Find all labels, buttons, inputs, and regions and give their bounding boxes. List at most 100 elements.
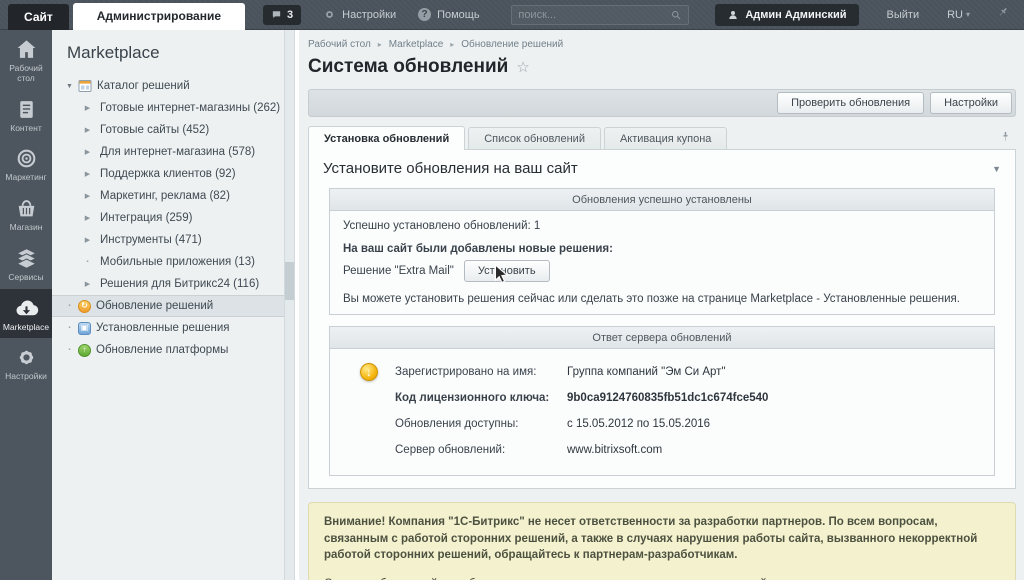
sidebar-item[interactable]: ▪ Мобильные приложения (13) bbox=[52, 251, 284, 273]
marketplace-icon bbox=[2, 296, 50, 321]
server-download-icon: ↓ bbox=[360, 363, 378, 381]
topbar: Сайт Администрирование 3 Настройки ? Пом… bbox=[0, 0, 1024, 30]
sidebar-item-label: Инструменты (471) bbox=[100, 234, 202, 246]
search-input[interactable] bbox=[518, 8, 671, 21]
rail-item-services[interactable]: Сервисы bbox=[0, 239, 52, 289]
toolbar: Проверить обновления Настройки bbox=[308, 89, 1016, 117]
rail-item-label: Магазин bbox=[9, 222, 43, 233]
sidebar-item[interactable]: ▶ Готовые интернет-магазины (262) bbox=[52, 97, 284, 119]
sidebar-item-label: Маркетинг, реклама (82) bbox=[100, 190, 230, 202]
user-name: Админ Админский bbox=[745, 8, 847, 21]
tree-closed-marker-icon: ▶ bbox=[84, 127, 91, 134]
services-icon bbox=[2, 246, 50, 271]
language-selector[interactable]: RU ▾ bbox=[947, 9, 970, 21]
server-info-value: с 15.05.2012 по 15.05.2016 bbox=[567, 418, 711, 430]
sidebar-splitter[interactable] bbox=[284, 30, 295, 580]
sidebar-item-label: Мобильные приложения (13) bbox=[100, 256, 255, 268]
favorite-star-icon[interactable]: ☆ bbox=[516, 58, 529, 76]
topbar-help[interactable]: ? Помощь bbox=[418, 8, 480, 21]
server-info-row: ↓ Зарегистрировано на имя: Группа компаний… bbox=[343, 359, 981, 385]
sidebar-item-label: Для интернет-магазина (578) bbox=[100, 146, 256, 158]
platform-update-icon: ↑ bbox=[78, 343, 91, 357]
installed-count-text: Успешно установлено обновлений: 1 bbox=[343, 220, 541, 232]
rail-item-marketplace[interactable]: Marketplace bbox=[0, 288, 52, 339]
catalog-icon bbox=[78, 79, 92, 93]
installed-solutions-icon: ▣ bbox=[78, 321, 91, 335]
logout-link[interactable]: Выйти bbox=[887, 9, 920, 21]
content-icon bbox=[2, 97, 50, 122]
sidebar-item[interactable]: ▶ Маркетинг, реклама (82) bbox=[52, 185, 284, 207]
gear-icon bbox=[326, 11, 334, 18]
sidebar-item[interactable]: ▶ Для интернет-магазина (578) bbox=[52, 141, 284, 163]
tabs-pin-icon[interactable] bbox=[999, 130, 1012, 148]
tab-install[interactable]: Установка обновлений bbox=[308, 126, 466, 150]
server-response-box: Ответ сервера обновлений ↓ Зарегистрирова… bbox=[329, 326, 995, 476]
breadcrumb: Рабочий стол ▸ Marketplace ▸ Обновление реше… bbox=[308, 39, 1016, 50]
server-info-row: Сервер обновлений: www.bitrixsoft.com bbox=[343, 437, 981, 463]
rail-item-shop[interactable]: Магазин bbox=[0, 189, 52, 239]
search-icon[interactable] bbox=[670, 9, 682, 21]
shop-icon bbox=[2, 196, 50, 221]
rail-item-label: Сервисы bbox=[8, 271, 44, 282]
rail-item-content[interactable]: Контент bbox=[0, 90, 52, 140]
check-updates-button[interactable]: Проверить обновления bbox=[777, 92, 925, 114]
sidebar-item-label: Решения для Битрикс24 (116) bbox=[100, 278, 260, 290]
tree-open-marker-icon: ▼ bbox=[66, 82, 73, 90]
chevron-down-icon: ▾ bbox=[965, 10, 970, 19]
notification-bubble-icon bbox=[272, 11, 281, 18]
server-response-header: Ответ сервера обновлений bbox=[330, 327, 994, 349]
sidebar-title: Marketplace bbox=[67, 43, 160, 62]
user-menu[interactable]: Админ Админский bbox=[715, 3, 859, 26]
splitter-grabber[interactable] bbox=[285, 262, 294, 300]
added-solutions-text: На ваш сайт были добавлены новые решения… bbox=[343, 243, 613, 255]
sidebar-item[interactable]: ▶ Поддержка клиентов (92) bbox=[52, 163, 284, 185]
marketing-icon bbox=[2, 146, 50, 171]
rail-item-label: Контент bbox=[10, 122, 42, 133]
topbar-pin-icon[interactable] bbox=[996, 5, 1010, 24]
tree-dot-marker-icon: ▪ bbox=[68, 303, 71, 309]
sidebar-item[interactable]: ▪ ↑ Обновление платформы bbox=[52, 339, 284, 361]
topbar-settings-label: Настройки bbox=[342, 8, 397, 21]
sidebar-item[interactable]: ▶ Инструменты (471) bbox=[52, 229, 284, 251]
sidebar-item[interactable]: ▶ Готовые сайты (452) bbox=[52, 119, 284, 141]
sidebar-item[interactable]: ▶ Решения для Битрикс24 (116) bbox=[52, 273, 284, 295]
server-info-value: www.bitrixsoft.com bbox=[567, 444, 663, 456]
rail-item-marketing[interactable]: Маркетинг bbox=[0, 139, 52, 189]
server-info-label: Зарегистрировано на имя: bbox=[395, 366, 537, 378]
rail-item-settings[interactable]: Настройки bbox=[0, 338, 52, 388]
sidebar-item[interactable]: ▪ ↻ Обновление решений bbox=[52, 295, 284, 317]
server-info-value: 9b0ca9124760835fb51dc1c674fce540 bbox=[567, 392, 769, 404]
server-info-row: Код лицензионного ключа: 9b0ca9124760835f… bbox=[343, 385, 981, 411]
notifications-button[interactable]: 3 bbox=[263, 4, 302, 25]
breadcrumb-item[interactable]: Обновление решений bbox=[461, 39, 563, 50]
sidebar-item[interactable]: ▶ Интеграция (259) bbox=[52, 207, 284, 229]
updates-installed-box: Обновления успешно установлены Успешно у… bbox=[329, 188, 995, 315]
collapse-chevron-icon[interactable]: ▼ bbox=[992, 164, 1001, 174]
breadcrumb-separator-icon: ▸ bbox=[450, 40, 455, 49]
tab-site[interactable]: Сайт bbox=[8, 3, 69, 30]
settings-button[interactable]: Настройки bbox=[930, 92, 1012, 114]
tab-list[interactable]: Список обновлений bbox=[468, 127, 601, 150]
topbar-settings[interactable]: Настройки bbox=[323, 8, 396, 21]
tree-closed-marker-icon: ▶ bbox=[84, 171, 91, 178]
sidebar-item-label: Обновление решений bbox=[96, 300, 214, 312]
search-box bbox=[511, 4, 690, 25]
warning-box: Внимание! Компания "1С-Битрикс" не несет… bbox=[308, 502, 1016, 580]
rail-item-label: Marketplace bbox=[2, 321, 50, 332]
install-button[interactable]: Установить bbox=[463, 260, 550, 282]
notifications-count: 3 bbox=[287, 8, 294, 21]
tab-admin[interactable]: Администрирование bbox=[72, 2, 246, 30]
sidebar-item[interactable]: ▼ Каталог решений bbox=[52, 75, 284, 97]
sidebar: Marketplace ▼ Каталог решений ▶ Готовые инт… bbox=[52, 30, 284, 580]
warning-text: Система обновлений не собирает никакие п… bbox=[324, 576, 1000, 580]
sidebar-item-label: Готовые сайты (452) bbox=[100, 124, 210, 136]
breadcrumb-item[interactable]: Marketplace bbox=[389, 39, 443, 50]
tree-dot-marker-icon: ▪ bbox=[68, 325, 71, 331]
sidebar-item[interactable]: ▪ ▣ Установленные решения bbox=[52, 317, 284, 339]
left-rail: Рабочий стол Контент Маркетинг Магазин Серви… bbox=[0, 30, 52, 580]
breadcrumb-separator-icon: ▸ bbox=[377, 40, 382, 49]
settings-icon bbox=[2, 345, 50, 370]
rail-item-home[interactable]: Рабочий стол bbox=[0, 30, 52, 90]
breadcrumb-item[interactable]: Рабочий стол bbox=[308, 39, 371, 50]
tab-coupon[interactable]: Активация купона bbox=[603, 127, 728, 150]
